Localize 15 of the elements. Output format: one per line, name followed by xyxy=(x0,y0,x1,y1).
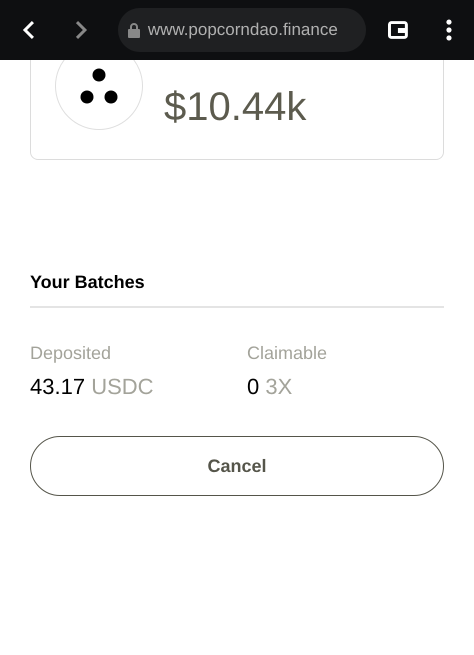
menu-icon[interactable] xyxy=(446,19,452,41)
section-title: Your Batches xyxy=(30,271,146,294)
stat-value: 43.17 USDC xyxy=(30,373,155,401)
wallet-icon[interactable] xyxy=(388,21,408,39)
lock-icon xyxy=(128,22,140,38)
stat-label: Deposited xyxy=(30,342,112,365)
stat-value: 0 3X xyxy=(247,373,294,401)
cancel-button[interactable]: Cancel xyxy=(30,436,444,496)
stat-label: Claimable xyxy=(247,342,328,365)
forward-icon[interactable] xyxy=(74,20,88,40)
vault-value: $10.44k xyxy=(164,84,306,131)
dots-icon xyxy=(80,68,118,104)
back-icon[interactable] xyxy=(22,20,36,40)
url-text: www.popcorndao.finance xyxy=(148,19,338,42)
address-bar[interactable]: www.popcorndao.finance xyxy=(118,8,366,52)
